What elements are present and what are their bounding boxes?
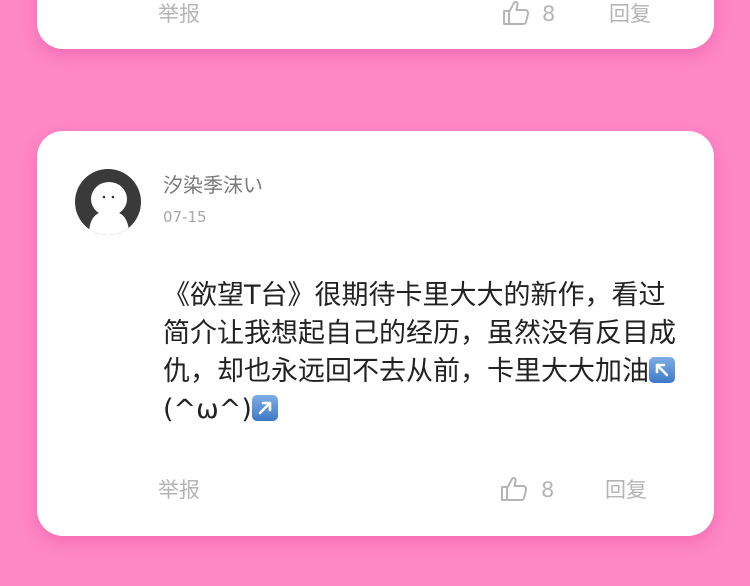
- thumbs-up-icon[interactable]: [502, 0, 530, 26]
- like-count: 8: [542, 2, 556, 26]
- reply-button[interactable]: 回复: [605, 478, 647, 502]
- report-button[interactable]: 举报: [158, 2, 200, 26]
- reply-button[interactable]: 回复: [609, 2, 651, 26]
- comment-emoticon: (^ω^): [163, 394, 252, 425]
- username[interactable]: 汐染季沫い: [163, 172, 263, 198]
- thumbs-up-icon[interactable]: [500, 476, 528, 502]
- comment-card: 汐染季沫い 07-15 《欲望T台》很期待卡里大大的新作，看过简介让我想起自己的…: [37, 131, 714, 536]
- arrow-up-right-emoji-icon: [251, 395, 278, 421]
- avatar[interactable]: [75, 169, 141, 235]
- like-count: 8: [541, 478, 555, 502]
- comment-date: 07-15: [163, 208, 207, 226]
- comment-text-main: 《欲望T台》很期待卡里大大的新作，看过简介让我想起自己的经历，虽然没有反目成仇，…: [163, 280, 676, 387]
- comment-text: 《欲望T台》很期待卡里大大的新作，看过简介让我想起自己的经历，虽然没有反目成仇，…: [163, 277, 683, 429]
- arrow-up-left-emoji-icon: [649, 357, 675, 383]
- ghost-avatar-icon: [89, 182, 129, 235]
- previous-comment-card: 举报 8 回复: [37, 0, 714, 49]
- report-button[interactable]: 举报: [158, 478, 200, 502]
